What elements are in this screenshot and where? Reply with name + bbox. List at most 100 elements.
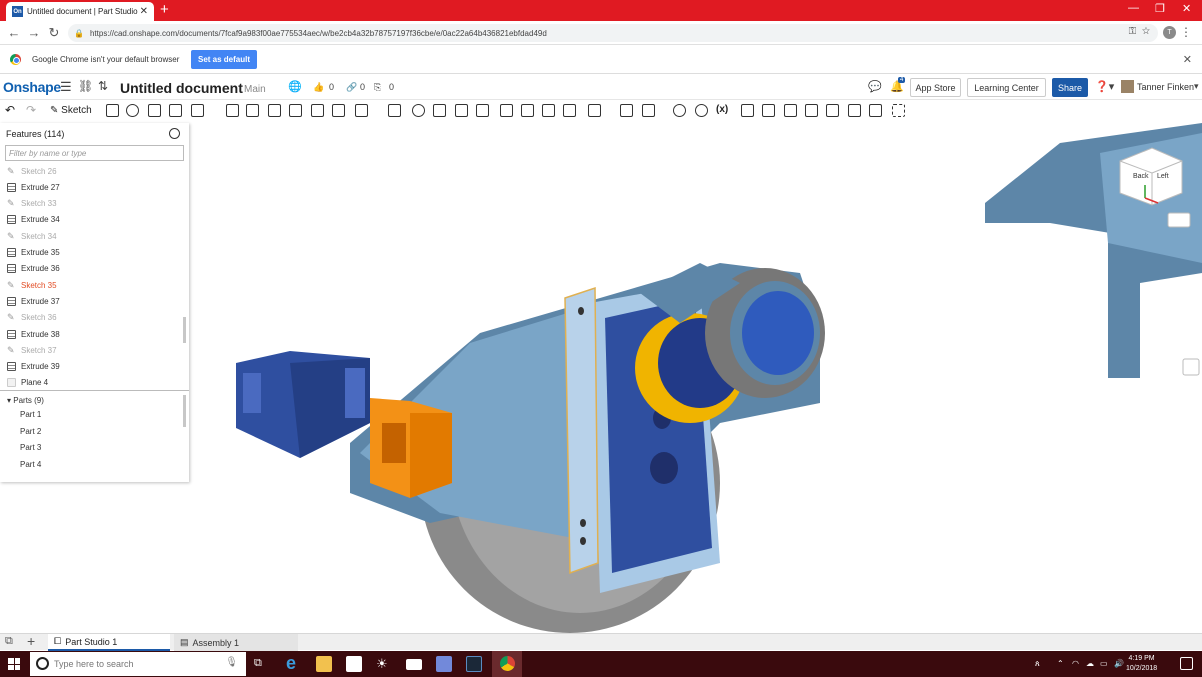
sweep-tool-icon[interactable] bbox=[148, 104, 161, 117]
steam-icon[interactable] bbox=[466, 656, 482, 672]
orange-block-part[interactable] bbox=[370, 398, 452, 498]
feature-list-scrollbar[interactable] bbox=[183, 317, 186, 343]
comments-icon[interactable]: 💬 bbox=[868, 80, 882, 93]
feature-item[interactable]: Extrude 27 bbox=[7, 179, 60, 195]
parts-list-scrollbar[interactable] bbox=[183, 395, 186, 427]
restore-window-icon[interactable]: ❐ bbox=[1155, 2, 1165, 15]
add-tab-icon[interactable]: + bbox=[27, 633, 35, 649]
app-store-button[interactable]: App Store bbox=[910, 78, 961, 97]
viewcube-left-label[interactable]: Left bbox=[1157, 173, 1169, 180]
new-tab-icon[interactable]: + bbox=[160, 1, 169, 19]
variable-tool-button[interactable]: (x) bbox=[716, 104, 728, 115]
feature-item[interactable]: Plane 4 bbox=[7, 375, 48, 391]
thicken-tool-icon[interactable] bbox=[191, 104, 204, 117]
revolve-tool-icon[interactable] bbox=[126, 104, 139, 117]
close-tab-icon[interactable]: ✕ bbox=[140, 6, 148, 17]
volume-icon[interactable]: 🔊 bbox=[1114, 659, 1124, 668]
tab-assembly[interactable]: ▤ Assembly 1 bbox=[174, 634, 298, 651]
document-title[interactable]: Untitled document bbox=[120, 80, 243, 96]
part-item[interactable]: Part 3 bbox=[20, 443, 41, 452]
store-icon[interactable] bbox=[346, 656, 362, 672]
section-view-tool-icon[interactable] bbox=[695, 104, 708, 117]
taskbar-search-box[interactable]: Type here to search 🎙 bbox=[30, 652, 246, 676]
branch-icon[interactable]: ⇅ bbox=[98, 79, 108, 93]
discord-icon[interactable] bbox=[436, 656, 452, 672]
shell-tool-icon[interactable] bbox=[311, 104, 324, 117]
feature-item[interactable]: ✎ Sketch 37 bbox=[7, 342, 57, 358]
feature-item[interactable]: Extrude 35 bbox=[7, 245, 60, 261]
feature-item[interactable]: ✎ Sketch 34 bbox=[7, 228, 57, 244]
help-icon[interactable]: ❓▾ bbox=[1095, 80, 1114, 93]
sketch-button[interactable]: ✎ Sketch bbox=[50, 105, 92, 116]
infobar-close-icon[interactable]: ✕ bbox=[1183, 53, 1192, 66]
minimize-window-icon[interactable]: — bbox=[1128, 2, 1139, 14]
part-item[interactable]: Part 1 bbox=[20, 410, 41, 419]
back-arrow-icon[interactable]: ← bbox=[4, 25, 24, 40]
view-options-button[interactable] bbox=[1167, 212, 1191, 228]
sheet-metal-tool-icon[interactable] bbox=[741, 104, 754, 117]
onedrive-icon[interactable]: ☁ bbox=[1086, 659, 1094, 668]
tab-manager-icon[interactable]: ⧉ bbox=[5, 635, 13, 648]
file-explorer-icon[interactable] bbox=[316, 656, 332, 672]
bend-tool-icon[interactable] bbox=[805, 104, 818, 117]
parts-heading[interactable]: ▾ Parts (9) bbox=[7, 396, 44, 405]
split-tool-icon[interactable] bbox=[433, 104, 446, 117]
feature-item[interactable]: ✎ Sketch 26 bbox=[7, 163, 57, 179]
wifi-icon[interactable]: ◠ bbox=[1072, 659, 1079, 668]
part-item[interactable]: Part 2 bbox=[20, 427, 41, 436]
forward-arrow-icon[interactable]: → bbox=[24, 25, 44, 40]
url-field[interactable]: 🔒 https://cad.onshape.com/documents/7fca… bbox=[68, 24, 1158, 42]
chamfer-tool-icon[interactable] bbox=[246, 104, 259, 117]
part-item[interactable]: Part 4 bbox=[20, 460, 41, 469]
vertical-strip-part[interactable] bbox=[564, 286, 599, 575]
browser-menu-icon[interactable]: ⋮ bbox=[1180, 25, 1192, 39]
user-menu-chevron-icon[interactable]: ▾ bbox=[1194, 81, 1199, 92]
delete-part-tool-icon[interactable] bbox=[476, 104, 489, 117]
isometric-view-button[interactable] bbox=[1182, 358, 1200, 376]
tray-chevron-icon[interactable]: ⌃ bbox=[1057, 659, 1064, 668]
feature-item[interactable]: Extrude 39 bbox=[7, 359, 60, 375]
feature-item[interactable]: ✎ Sketch 35 bbox=[7, 277, 57, 293]
fillet-tool-icon[interactable] bbox=[226, 104, 239, 117]
network-icon[interactable]: ▭ bbox=[1100, 659, 1108, 668]
feature-item[interactable]: Extrude 37 bbox=[7, 293, 60, 309]
mate-connector-tool-icon[interactable] bbox=[620, 104, 633, 117]
extrude-tool-icon[interactable] bbox=[106, 104, 119, 117]
draft-tool-icon[interactable] bbox=[268, 104, 281, 117]
user-name-menu[interactable]: Tanner Finken bbox=[1137, 82, 1194, 92]
browser-tab[interactable]: On Untitled document | Part Studio 1 ✕ bbox=[6, 2, 154, 21]
tab-part-studio[interactable]: ⧠ Part Studio 1 bbox=[48, 634, 170, 651]
offset-surface-tool-icon[interactable] bbox=[563, 104, 576, 117]
corner-tool-icon[interactable] bbox=[848, 104, 861, 117]
loft-tool-icon[interactable] bbox=[169, 104, 182, 117]
finish-sheet-metal-tool-icon[interactable] bbox=[869, 104, 882, 117]
set-as-default-button[interactable]: Set as default bbox=[191, 50, 257, 69]
dark-blue-block-part[interactable] bbox=[236, 351, 370, 458]
boolean-tool-icon[interactable] bbox=[412, 104, 425, 117]
version-history-icon[interactable]: ⛓ bbox=[78, 79, 93, 93]
feature-item[interactable]: Extrude 38 bbox=[7, 326, 60, 342]
action-center-icon[interactable] bbox=[1180, 657, 1193, 670]
close-window-icon[interactable]: ✕ bbox=[1182, 2, 1191, 15]
stopwatch-icon[interactable] bbox=[169, 128, 180, 139]
move-face-tool-icon[interactable] bbox=[521, 104, 534, 117]
flange-tool-icon[interactable] bbox=[762, 104, 775, 117]
profile-avatar[interactable]: T bbox=[1163, 26, 1176, 39]
plane-tool-icon[interactable] bbox=[588, 104, 601, 117]
share-button[interactable]: Share bbox=[1052, 78, 1088, 97]
reload-icon[interactable]: ↻ bbox=[44, 25, 64, 41]
parts-divider[interactable] bbox=[0, 390, 189, 391]
measure-tool-icon[interactable] bbox=[673, 104, 686, 117]
public-globe-icon[interactable]: 🌐 bbox=[288, 80, 302, 93]
rib-tool-icon[interactable] bbox=[289, 104, 302, 117]
tab-tool-icon[interactable] bbox=[784, 104, 797, 117]
hamburger-menu-icon[interactable]: ☰ bbox=[60, 79, 72, 95]
taskbar-clock[interactable]: 4:19 PM 10/2/2018 bbox=[1126, 654, 1157, 674]
user-avatar[interactable] bbox=[1121, 80, 1134, 93]
undo-icon[interactable]: ↶ bbox=[5, 103, 15, 117]
replace-face-tool-icon[interactable] bbox=[542, 104, 555, 117]
hole-tool-icon[interactable] bbox=[332, 104, 345, 117]
feature-filter-input[interactable]: Filter by name or type bbox=[5, 145, 184, 161]
windows-start-icon[interactable] bbox=[8, 658, 20, 670]
helix-tool-icon[interactable] bbox=[642, 104, 655, 117]
